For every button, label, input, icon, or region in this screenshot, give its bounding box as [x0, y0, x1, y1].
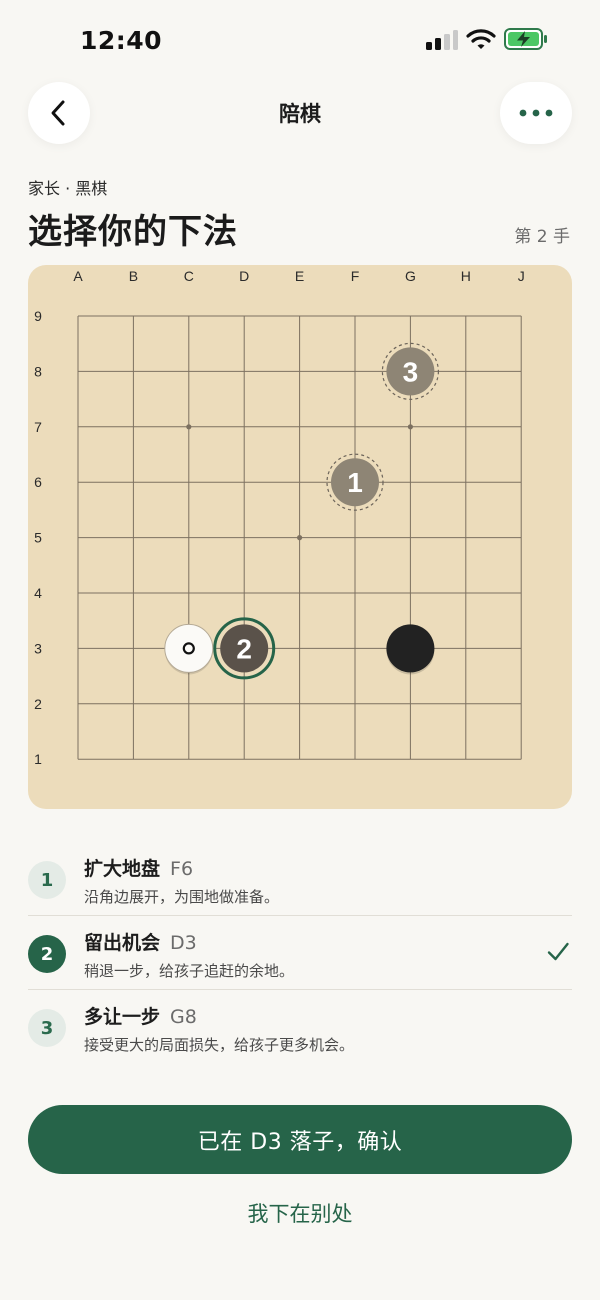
- column-label: G: [405, 268, 416, 284]
- row-label: 6: [34, 474, 42, 490]
- option-title: 扩大地盘 F6: [84, 854, 193, 881]
- row-label: 5: [34, 530, 42, 546]
- row-label: 7: [34, 419, 42, 435]
- candidate-label: 3: [403, 356, 419, 387]
- move-number: 第 2 手: [514, 227, 570, 247]
- row-label: 8: [34, 363, 42, 379]
- option-title-text: 扩大地盘: [84, 858, 161, 880]
- cellular-signal-icon: [426, 30, 458, 50]
- star-point: [186, 424, 192, 430]
- option-item-3[interactable]: 3 多让一步 G8 接受更大的局面损失，给孩子更多机会。: [28, 990, 572, 1064]
- go-board[interactable]: A B C D E F G H J 9 8 7 6 5 4 3 2 1 1 2 3: [28, 265, 572, 809]
- wifi-icon: [466, 29, 496, 49]
- column-label: D: [239, 268, 249, 284]
- option-coord: D3: [170, 932, 197, 954]
- option-title: 留出机会 D3: [84, 928, 197, 955]
- page-title: 选择你的下法: [28, 212, 238, 252]
- candidate-label: 2: [236, 633, 252, 664]
- status-time: 12:40: [80, 26, 163, 55]
- status-bar: 12:40: [0, 0, 600, 80]
- black-stone: [386, 624, 435, 673]
- row-label: 4: [34, 585, 42, 601]
- option-number-badge: 2: [28, 935, 66, 973]
- column-label: B: [129, 268, 138, 284]
- option-description: 接受更大的局面损失，给孩子更多机会。: [84, 1036, 355, 1054]
- ellipsis-icon: [519, 109, 553, 117]
- column-label: F: [351, 268, 360, 284]
- row-label: 3: [34, 640, 42, 656]
- more-button[interactable]: [500, 82, 572, 144]
- column-label: J: [518, 268, 525, 284]
- option-item-2[interactable]: 2 留出机会 D3 稍退一步，给孩子追赶的余地。: [28, 916, 572, 990]
- white-stone: [164, 623, 214, 673]
- option-coord: G8: [170, 1006, 197, 1028]
- go-board-canvas[interactable]: A B C D E F G H J 9 8 7 6 5 4 3 2 1 1 2 3: [28, 265, 572, 809]
- option-number-badge: 1: [28, 861, 66, 899]
- battery-charging-icon: [504, 28, 547, 50]
- move-options-list: 1 扩大地盘 F6 沿角边展开，为围地做准备。 2 留出机会 D3 稍退一步，给孩子…: [28, 842, 572, 1064]
- option-title: 多让一步 G8: [84, 1002, 197, 1029]
- star-point: [407, 424, 413, 430]
- star-point: [297, 535, 303, 541]
- column-label: C: [184, 268, 194, 284]
- column-label: H: [461, 268, 471, 284]
- option-title-text: 留出机会: [84, 932, 161, 954]
- option-description: 稍退一步，给孩子追赶的余地。: [84, 962, 295, 980]
- option-item-1[interactable]: 1 扩大地盘 F6 沿角边展开，为围地做准备。: [28, 842, 572, 916]
- column-label: E: [295, 268, 304, 284]
- candidate-label: 1: [347, 467, 363, 498]
- option-title-text: 多让一步: [84, 1006, 161, 1028]
- player-role-label: 家长 · 黑棋: [28, 179, 108, 198]
- row-label: 2: [34, 696, 42, 712]
- option-description: 沿角边展开，为围地做准备。: [84, 888, 280, 906]
- play-elsewhere-link[interactable]: 我下在别处: [0, 1198, 600, 1228]
- confirm-move-button[interactable]: 已在 D3 落子，确认: [28, 1105, 572, 1174]
- row-label: 1: [34, 751, 42, 767]
- checkmark-icon: [547, 942, 569, 961]
- column-label: A: [73, 268, 83, 284]
- row-label: 9: [34, 308, 42, 324]
- option-number-badge: 3: [28, 1009, 66, 1047]
- option-coord: F6: [170, 858, 194, 880]
